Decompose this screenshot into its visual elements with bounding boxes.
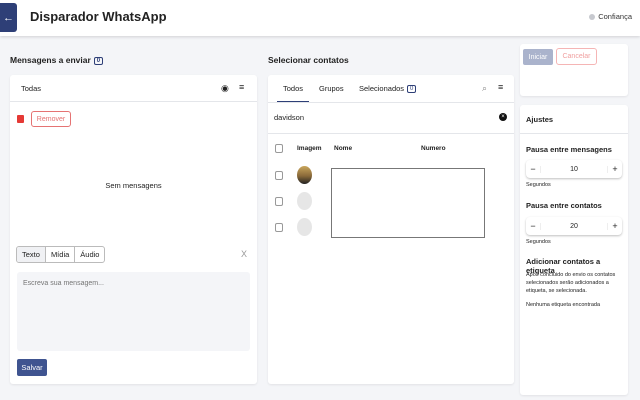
tab-grupos[interactable]: Grupos bbox=[319, 84, 344, 93]
eye-icon[interactable]: ◉ bbox=[221, 83, 229, 94]
connection-status: Confiança bbox=[589, 12, 632, 21]
increment-button[interactable]: + bbox=[608, 164, 622, 174]
contacts-card: Todos Grupos Selecionados 0 ⌕ ≡ davidson … bbox=[268, 75, 514, 384]
label-description: Apos concluido do envio os contatos sele… bbox=[526, 272, 616, 294]
filter-icon[interactable]: ≡ bbox=[498, 82, 503, 92]
contact-details-box bbox=[331, 168, 485, 238]
label-empty: Nenhuma etiqueta encontrada bbox=[526, 302, 600, 308]
contacts-title: Selecionar contatos bbox=[268, 55, 349, 65]
decrement-button[interactable]: − bbox=[526, 221, 540, 231]
back-button[interactable]: ← bbox=[0, 3, 17, 32]
save-button[interactable]: Salvar bbox=[17, 359, 47, 376]
pause-messages-stepper: − 10 + bbox=[526, 160, 622, 178]
type-text[interactable]: Texto bbox=[17, 247, 46, 262]
pause-messages-label: Pausa entre mensagens bbox=[526, 145, 612, 154]
search-icon[interactable]: ⌕ bbox=[482, 83, 487, 94]
filter-icon[interactable]: ≡ bbox=[239, 82, 244, 92]
tab-todas[interactable]: Todas bbox=[14, 84, 48, 102]
col-numero: Numero bbox=[421, 145, 446, 152]
messages-count-badge: 0 bbox=[93, 56, 104, 65]
type-audio[interactable]: Áudio bbox=[75, 247, 104, 262]
unit-label: Segundos bbox=[526, 239, 551, 245]
tab-todos[interactable]: Todos bbox=[276, 84, 310, 102]
col-nome: Nome bbox=[334, 145, 353, 152]
decrement-button[interactable]: − bbox=[526, 164, 540, 174]
col-imagem: Imagem bbox=[297, 145, 322, 152]
page-title: Disparador WhatsApp bbox=[30, 9, 167, 24]
default-avatar-icon bbox=[297, 192, 312, 210]
cancel-button[interactable]: Cancelar bbox=[556, 48, 597, 65]
tab-selecionados[interactable]: Selecionados 0 bbox=[359, 84, 417, 94]
search-input[interactable]: davidson bbox=[274, 113, 304, 122]
clear-search-icon[interactable]: × bbox=[499, 113, 507, 121]
pause-contacts-label: Pausa entre contatos bbox=[526, 201, 602, 210]
close-icon[interactable]: X bbox=[241, 249, 247, 259]
app-header: ← Disparador WhatsApp Confiança bbox=[0, 0, 640, 36]
start-button[interactable]: Iniciar bbox=[523, 49, 553, 65]
messages-title: Mensagens a enviar 0 bbox=[10, 55, 104, 65]
empty-messages: Sem mensagens bbox=[105, 181, 162, 190]
pause-contacts-input[interactable]: 20 bbox=[540, 222, 608, 230]
actions-card: Iniciar Cancelar bbox=[520, 44, 628, 96]
unit-label: Segundos bbox=[526, 182, 551, 188]
deselect-all-checkbox[interactable] bbox=[17, 115, 24, 123]
status-text: Confiança bbox=[598, 12, 632, 21]
row-checkbox[interactable] bbox=[275, 197, 283, 206]
select-all-checkbox[interactable] bbox=[275, 144, 283, 153]
default-avatar-icon bbox=[297, 218, 312, 236]
message-type-selector: Texto Mídia Áudio bbox=[16, 246, 106, 263]
message-input[interactable] bbox=[17, 272, 250, 351]
messages-card: Todas ◉ ≡ Remover Sem mensagens Texto Mí… bbox=[10, 75, 257, 384]
settings-card: Ajustes Pausa entre mensagens − 10 + Seg… bbox=[520, 105, 628, 395]
row-checkbox[interactable] bbox=[275, 171, 283, 180]
pause-messages-input[interactable]: 10 bbox=[540, 165, 608, 173]
increment-button[interactable]: + bbox=[608, 221, 622, 231]
remove-button[interactable]: Remover bbox=[31, 111, 71, 127]
selected-count-badge: 0 bbox=[407, 85, 417, 94]
pause-contacts-stepper: − 20 + bbox=[526, 217, 622, 235]
contact-avatar bbox=[297, 166, 312, 184]
arrow-left-icon: ← bbox=[3, 11, 14, 24]
settings-title: Ajustes bbox=[526, 115, 554, 124]
type-media[interactable]: Mídia bbox=[46, 247, 76, 262]
status-dot-icon bbox=[589, 13, 596, 20]
row-checkbox[interactable] bbox=[275, 223, 283, 232]
